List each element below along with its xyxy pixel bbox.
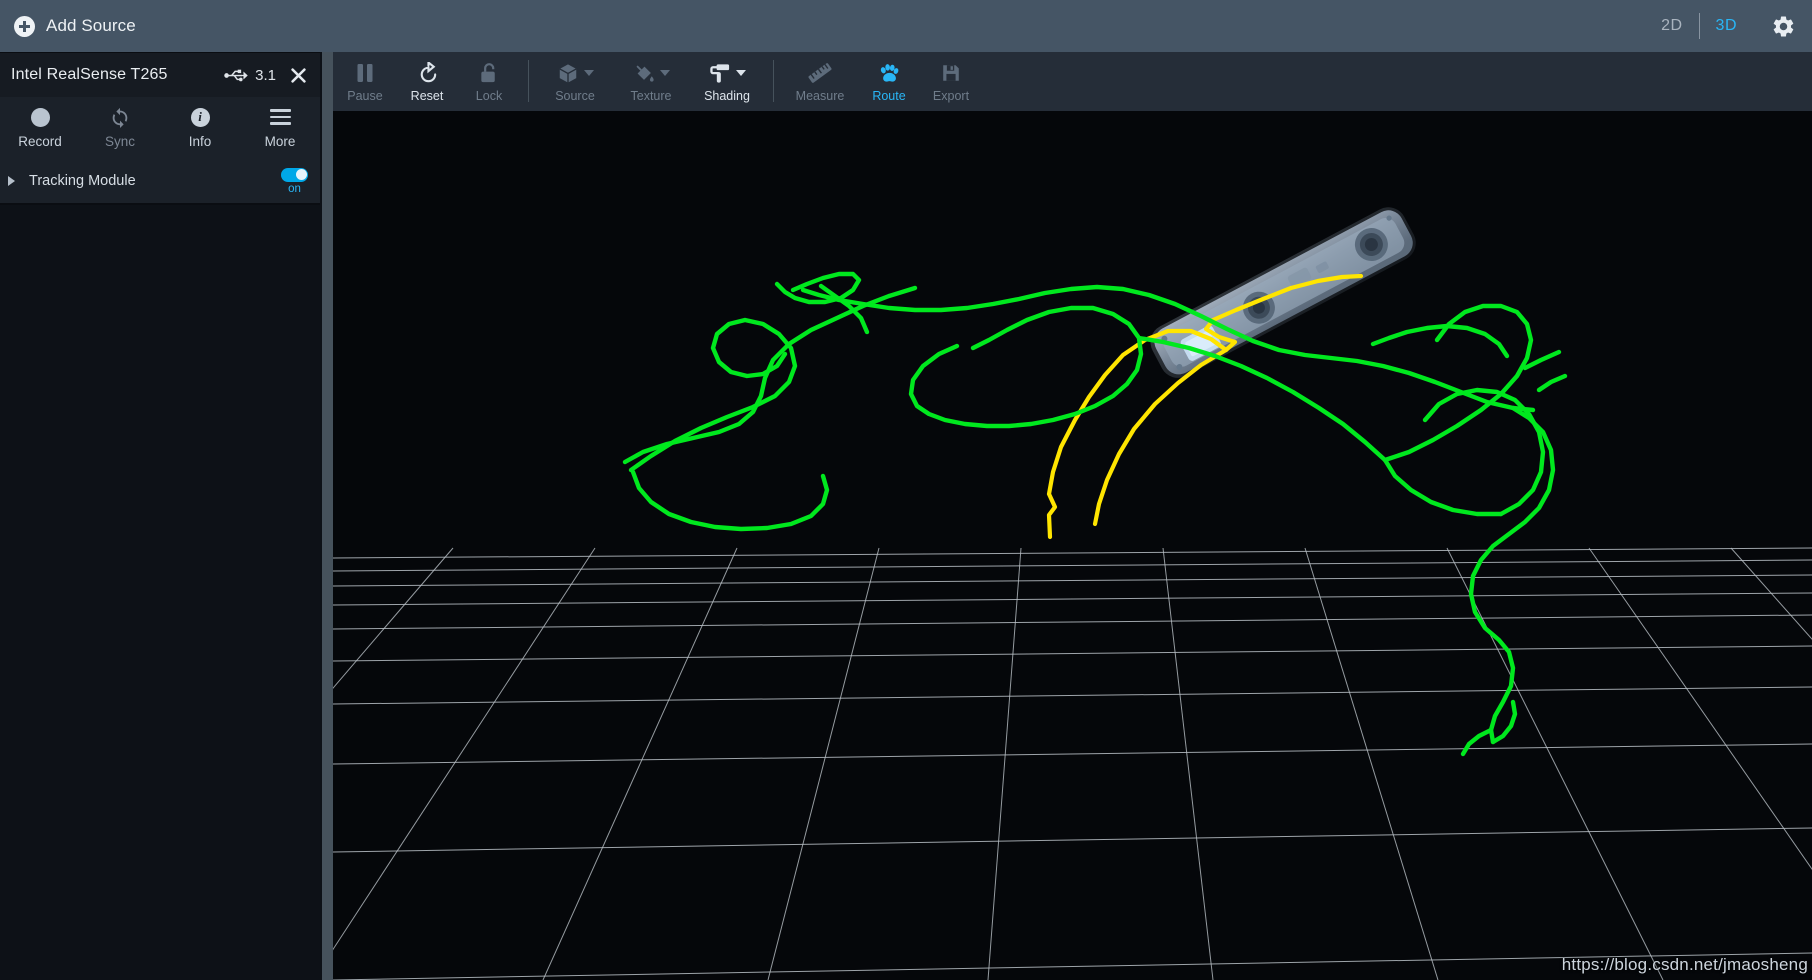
route-button[interactable]: Route [858, 52, 920, 111]
usb-icon [224, 69, 248, 81]
paint-bucket-icon [633, 60, 655, 86]
plus-circle-icon [14, 15, 35, 37]
view-mode-controls: 2D 3D [1645, 0, 1812, 52]
info-button[interactable]: i Info [160, 106, 240, 149]
texture-button[interactable]: Texture [613, 52, 689, 111]
panel-splitter[interactable] [322, 52, 333, 980]
gear-icon [1773, 15, 1794, 37]
toggle-state-label: on [288, 182, 301, 195]
view-3d-button[interactable]: 3D [1700, 10, 1753, 42]
usb-version-label: 3.1 [255, 66, 276, 84]
close-icon [290, 67, 306, 83]
panel-divider [0, 203, 320, 205]
pause-label: Pause [347, 89, 383, 103]
more-label: More [264, 134, 296, 149]
settings-button[interactable] [1753, 14, 1802, 39]
chevron-down-icon [736, 70, 746, 76]
pause-icon [355, 60, 375, 86]
info-circle-icon: i [190, 106, 210, 128]
close-device-button[interactable] [276, 53, 320, 98]
source-label: Source [555, 89, 595, 103]
cube-icon [557, 60, 579, 86]
tracking-module-row[interactable]: Tracking Module on [0, 159, 320, 203]
realsense-viewer-window: Add Source 2D 3D Intel RealSense T265 3.… [0, 0, 1812, 980]
sync-arrows-icon [109, 106, 131, 128]
lock-open-icon [479, 60, 499, 86]
viewport-scrollbar[interactable] [1803, 111, 1812, 980]
device-sidebar: Intel RealSense T265 3.1 Record Sync i I… [0, 52, 322, 980]
top-bar: Add Source 2D 3D [0, 0, 1812, 52]
toolbar-divider-2 [773, 60, 774, 102]
toggle-switch-icon [281, 167, 308, 182]
lock-button[interactable]: Lock [458, 52, 520, 111]
pause-button[interactable]: Pause [334, 52, 396, 111]
measure-button[interactable]: Measure [782, 52, 858, 111]
reset-arrow-icon [416, 60, 439, 86]
chevron-down-icon [583, 70, 594, 76]
lock-label: Lock [475, 89, 503, 103]
tracking-module-toggle[interactable]: on [281, 167, 308, 195]
export-label: Export [932, 89, 970, 103]
shading-button[interactable]: Shading [689, 52, 765, 111]
floppy-save-icon [940, 60, 962, 86]
texture-label: Texture [630, 89, 672, 103]
ruler-icon [807, 60, 833, 86]
record-circle-icon [30, 106, 50, 128]
info-label: Info [188, 134, 212, 149]
reset-button[interactable]: Reset [396, 52, 458, 111]
watermark-text: https://blog.csdn.net/jmaosheng [1561, 955, 1808, 974]
device-action-bar: Record Sync i Info More [0, 97, 320, 159]
sync-label: Sync [104, 134, 135, 149]
export-button[interactable]: Export [920, 52, 982, 111]
add-source-label: Add Source [46, 16, 136, 35]
paw-print-icon [877, 60, 901, 86]
device-header: Intel RealSense T265 3.1 [0, 52, 320, 97]
toolbar-divider-1 [528, 60, 529, 102]
hamburger-menu-icon [269, 106, 291, 128]
usb-status: 3.1 [224, 67, 276, 84]
sync-button[interactable]: Sync [80, 106, 160, 149]
reset-label: Reset [410, 89, 444, 103]
3d-viewport[interactable]: Pause Reset Lock Source Texture Shading … [333, 52, 1812, 980]
view-2d-button[interactable]: 2D [1645, 10, 1698, 42]
record-button[interactable]: Record [0, 106, 80, 149]
chevron-down-icon [659, 70, 670, 76]
shading-label: Shading [704, 89, 750, 103]
route-label: Route [872, 89, 906, 103]
more-button[interactable]: More [240, 106, 320, 149]
source-button[interactable]: Source [537, 52, 613, 111]
tracking-module-label: Tracking Module [29, 173, 136, 189]
trajectory-overlay [622, 271, 1568, 757]
add-source-button[interactable]: Add Source [0, 0, 333, 52]
device-card: Intel RealSense T265 3.1 Record Sync i I… [0, 52, 320, 205]
caret-right-icon[interactable] [8, 176, 15, 186]
device-name-label: Intel RealSense T265 [11, 66, 168, 83]
viewport-toolbar: Pause Reset Lock Source Texture Shading … [333, 52, 1812, 111]
measure-label: Measure [795, 89, 845, 103]
record-label: Record [18, 134, 62, 149]
paint-roller-icon [708, 60, 731, 86]
